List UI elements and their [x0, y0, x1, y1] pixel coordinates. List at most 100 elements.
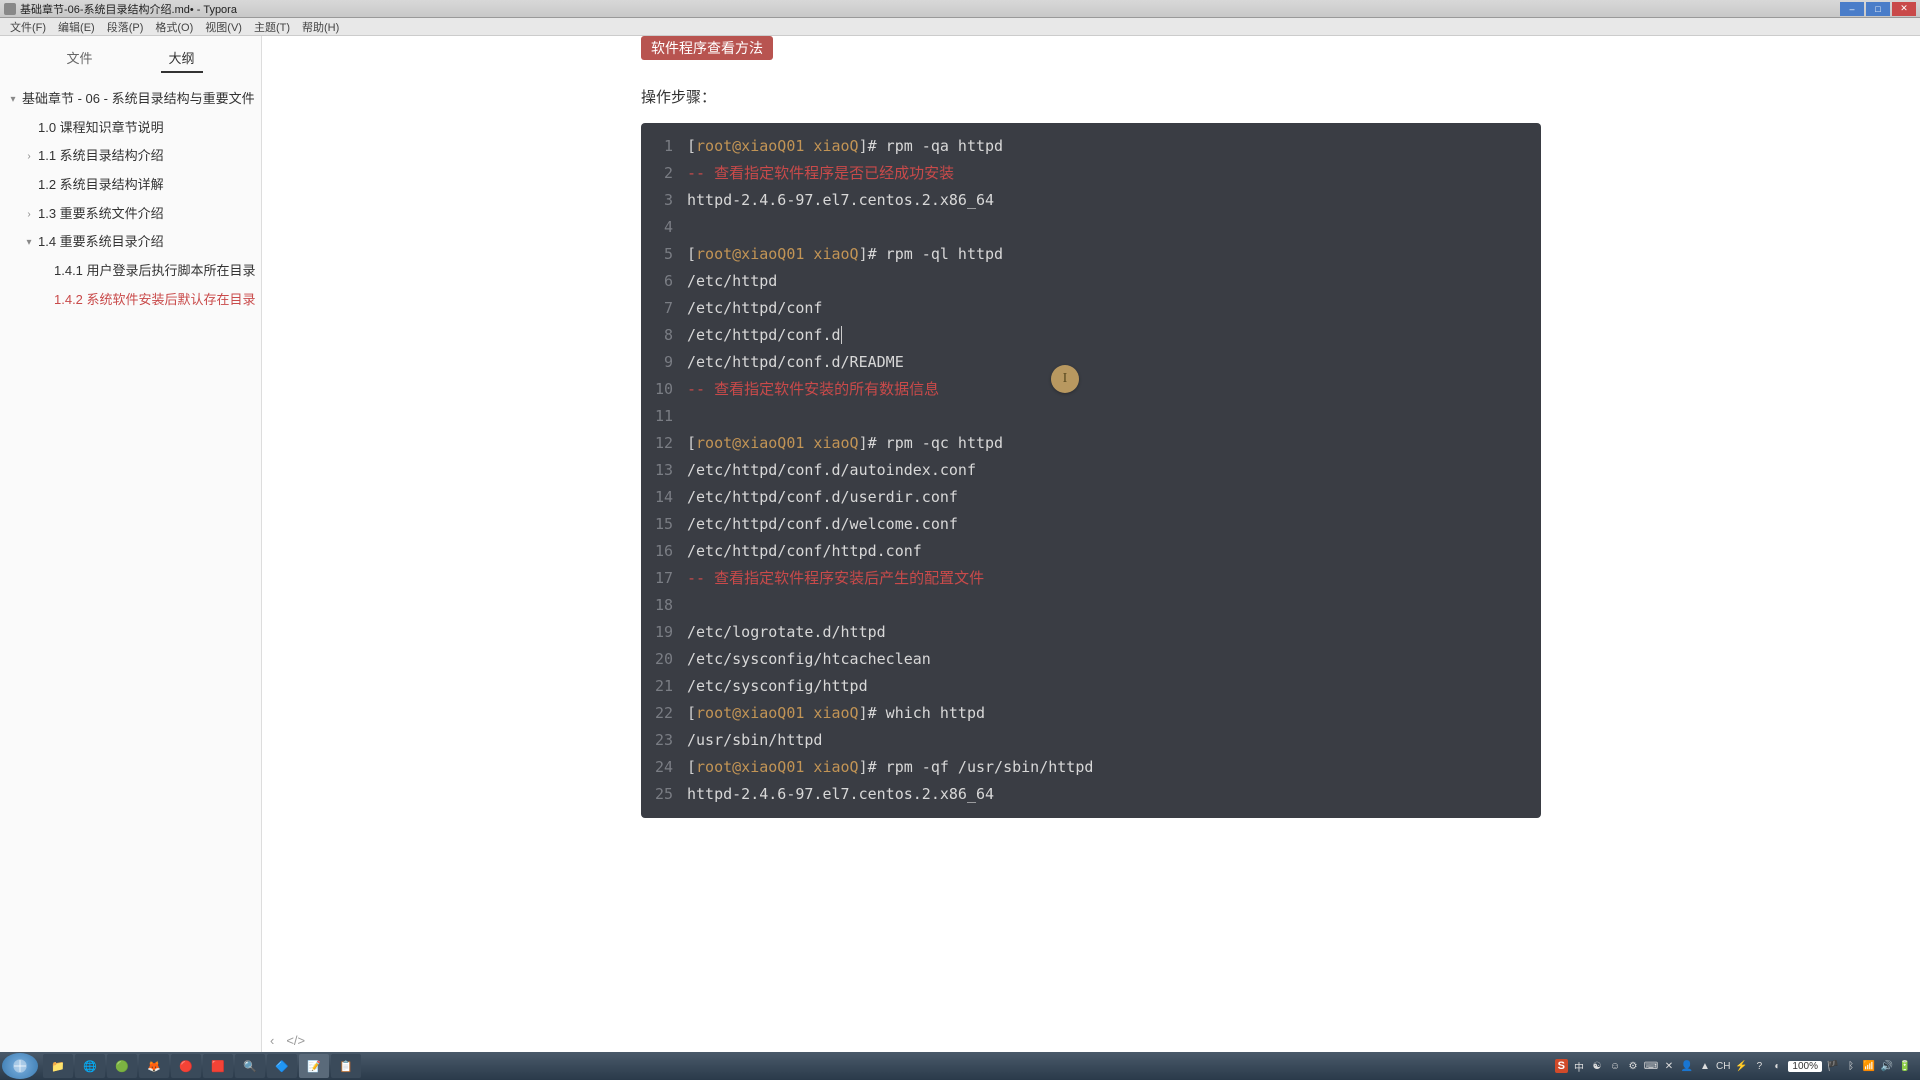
line-content: /etc/logrotate.d/httpd — [687, 619, 1541, 646]
code-line[interactable]: 4 — [641, 214, 1541, 241]
task-vscode[interactable]: 🔷 — [267, 1054, 297, 1078]
line-number: 20 — [641, 646, 687, 673]
menu-item[interactable]: 帮助(H) — [296, 19, 345, 35]
expand-arrow-icon[interactable] — [36, 288, 54, 291]
tray-icon[interactable]: ☺ — [1608, 1059, 1622, 1073]
line-number: 21 — [641, 673, 687, 700]
expand-arrow-icon[interactable]: › — [20, 202, 38, 224]
tray-icon[interactable]: ▲ — [1698, 1059, 1712, 1073]
menu-item[interactable]: 文件(F) — [4, 19, 52, 35]
tray-icon[interactable]: ◐ — [1770, 1059, 1784, 1073]
expand-arrow-icon[interactable]: ▾ — [20, 230, 38, 252]
task-browser2[interactable]: 🟢 — [107, 1054, 137, 1078]
outline-item[interactable]: 1.0 课程知识章节说明 — [4, 114, 257, 143]
zoom-indicator[interactable]: 100% — [1788, 1061, 1822, 1072]
task-ie[interactable]: 🌐 — [75, 1054, 105, 1078]
task-search[interactable]: 🔍 — [235, 1054, 265, 1078]
tray-battery-icon[interactable]: 🔋 — [1898, 1059, 1912, 1073]
tray-icon[interactable]: ⚙ — [1626, 1059, 1640, 1073]
code-line[interactable]: 17-- 查看指定软件程序安装后产生的配置文件 — [641, 565, 1541, 592]
code-line[interactable]: 2-- 查看指定软件程序是否已经成功安装 — [641, 160, 1541, 187]
code-line[interactable]: 15/etc/httpd/conf.d/welcome.conf — [641, 511, 1541, 538]
line-content: [root@xiaoQ01 xiaoQ]# rpm -qc httpd — [687, 430, 1541, 457]
line-number: 14 — [641, 484, 687, 511]
start-button[interactable] — [2, 1053, 38, 1079]
code-line[interactable]: 16/etc/httpd/conf/httpd.conf — [641, 538, 1541, 565]
code-line[interactable]: 11 — [641, 403, 1541, 430]
line-number: 3 — [641, 187, 687, 214]
code-line[interactable]: 19/etc/logrotate.d/httpd — [641, 619, 1541, 646]
task-explorer[interactable]: 📁 — [43, 1054, 73, 1078]
outline-item[interactable]: 1.4.2 系统软件安装后默认存在目录 — [4, 286, 257, 315]
toggle-source-button[interactable]: </> — [286, 1033, 305, 1048]
code-line[interactable]: 6/etc/httpd — [641, 268, 1541, 295]
line-number: 13 — [641, 457, 687, 484]
line-number: 24 — [641, 754, 687, 781]
expand-arrow-icon[interactable]: › — [20, 144, 38, 166]
code-line[interactable]: 21/etc/sysconfig/httpd — [641, 673, 1541, 700]
code-block[interactable]: 1[root@xiaoQ01 xiaoQ]# rpm -qa httpd2-- … — [641, 123, 1541, 818]
outline-item[interactable]: ›1.1 系统目录结构介绍 — [4, 142, 257, 171]
app-icon — [4, 3, 16, 15]
code-line[interactable]: 5[root@xiaoQ01 xiaoQ]# rpm -ql httpd — [641, 241, 1541, 268]
menu-item[interactable]: 格式(O) — [149, 19, 199, 35]
tray-icon[interactable]: ✕ — [1662, 1059, 1676, 1073]
menu-item[interactable]: 段落(P) — [101, 19, 150, 35]
minimize-button[interactable]: – — [1840, 2, 1864, 16]
line-number: 2 — [641, 160, 687, 187]
code-line[interactable]: 22[root@xiaoQ01 xiaoQ]# which httpd — [641, 700, 1541, 727]
code-line[interactable]: 18 — [641, 592, 1541, 619]
tray-icon[interactable]: ☯ — [1590, 1059, 1604, 1073]
tray-bluetooth-icon[interactable]: ᛒ — [1844, 1059, 1858, 1073]
tray-lang[interactable]: CH — [1716, 1061, 1730, 1072]
ime-indicator[interactable]: S — [1555, 1059, 1568, 1073]
back-button[interactable]: ‹ — [270, 1033, 274, 1048]
task-firefox[interactable]: 🦊 — [139, 1054, 169, 1078]
close-button[interactable]: ✕ — [1892, 2, 1916, 16]
code-line[interactable]: 23/usr/sbin/httpd — [641, 727, 1541, 754]
tray-icon[interactable]: ⚡ — [1734, 1059, 1748, 1073]
outline-item[interactable]: ▾基础章节 - 06 - 系统目录结构与重要文件 — [4, 85, 257, 114]
expand-arrow-icon[interactable]: ▾ — [4, 87, 22, 109]
tray-volume-icon[interactable]: 🔊 — [1880, 1059, 1894, 1073]
outline-item[interactable]: 1.2 系统目录结构详解 — [4, 171, 257, 200]
tray-flag-icon[interactable]: 🏴 — [1826, 1059, 1840, 1073]
code-line[interactable]: 13/etc/httpd/conf.d/autoindex.conf — [641, 457, 1541, 484]
task-chrome[interactable]: 🔴 — [171, 1054, 201, 1078]
code-line[interactable]: 8/etc/httpd/conf.d — [641, 322, 1541, 349]
expand-arrow-icon[interactable] — [20, 173, 38, 176]
tray-icon[interactable]: 👤 — [1680, 1059, 1694, 1073]
line-number: 19 — [641, 619, 687, 646]
code-line[interactable]: 7/etc/httpd/conf — [641, 295, 1541, 322]
tab-outline[interactable]: 大纲 — [161, 44, 203, 73]
menu-item[interactable]: 编辑(E) — [52, 19, 101, 35]
expand-arrow-icon[interactable] — [20, 116, 38, 119]
task-app1[interactable]: 🟥 — [203, 1054, 233, 1078]
task-app2[interactable]: 📋 — [331, 1054, 361, 1078]
code-line[interactable]: 9/etc/httpd/conf.d/README — [641, 349, 1541, 376]
line-content: [root@xiaoQ01 xiaoQ]# rpm -ql httpd — [687, 241, 1541, 268]
editor-area[interactable]: 软件程序查看方法 操作步骤： 1[root@xiaoQ01 xiaoQ]# rp… — [262, 36, 1920, 1052]
task-typora[interactable]: 📝 — [299, 1054, 329, 1078]
code-line[interactable]: 12[root@xiaoQ01 xiaoQ]# rpm -qc httpd — [641, 430, 1541, 457]
code-line[interactable]: 14/etc/httpd/conf.d/userdir.conf — [641, 484, 1541, 511]
code-line[interactable]: 10-- 查看指定软件安装的所有数据信息 — [641, 376, 1541, 403]
outline-item[interactable]: ▾1.4 重要系统目录介绍 — [4, 228, 257, 257]
section-badge: 软件程序查看方法 — [641, 36, 773, 60]
code-line[interactable]: 25httpd-2.4.6-97.el7.centos.2.x86_64 — [641, 781, 1541, 808]
tab-files[interactable]: 文件 — [58, 44, 100, 73]
code-line[interactable]: 3httpd-2.4.6-97.el7.centos.2.x86_64 — [641, 187, 1541, 214]
outline-item[interactable]: 1.4.1 用户登录后执行脚本所在目录 — [4, 257, 257, 286]
tray-icon[interactable]: 中 — [1572, 1059, 1586, 1073]
tray-network-icon[interactable]: 📶 — [1862, 1059, 1876, 1073]
tray-help-icon[interactable]: ? — [1752, 1059, 1766, 1073]
outline-item[interactable]: ›1.3 重要系统文件介绍 — [4, 200, 257, 229]
maximize-button[interactable]: □ — [1866, 2, 1890, 16]
menu-item[interactable]: 主题(T) — [248, 19, 296, 35]
expand-arrow-icon[interactable] — [36, 259, 54, 262]
tray-icon[interactable]: ⌨ — [1644, 1059, 1658, 1073]
code-line[interactable]: 1[root@xiaoQ01 xiaoQ]# rpm -qa httpd — [641, 133, 1541, 160]
code-line[interactable]: 24[root@xiaoQ01 xiaoQ]# rpm -qf /usr/sbi… — [641, 754, 1541, 781]
menu-item[interactable]: 视图(V) — [199, 19, 248, 35]
code-line[interactable]: 20/etc/sysconfig/htcacheclean — [641, 646, 1541, 673]
